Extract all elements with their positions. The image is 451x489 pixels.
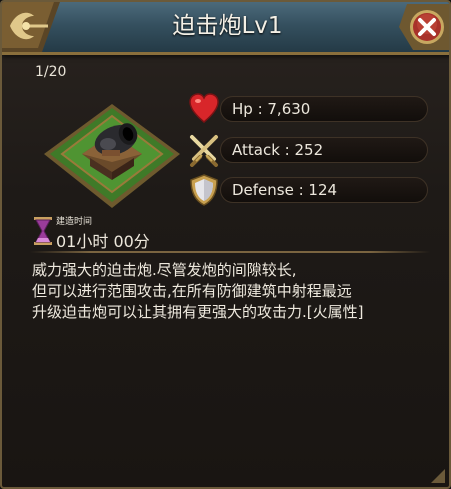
corner-ornament-icon [431,469,445,483]
description-line: 但可以进行范围攻击,在所有防御建筑中射程最远 [32,282,352,300]
mortar-building-image [44,104,180,208]
window-title: 迫击炮Lv1 [172,13,283,39]
build-time: 建造时间 01小时 00分 [32,214,212,251]
level-counter: 1/20 [35,64,67,80]
attack-value: Attack : 252 [232,141,324,159]
description-line: 升级迫击炮可以让其拥有更强大的攻击力.[火属性] [32,303,364,321]
build-time-value: 01小时 00分 [56,232,150,251]
shield-icon [190,174,218,206]
heart-icon [189,93,219,123]
stat-defense: Defense : 124 [188,174,428,206]
hourglass-icon [34,217,52,245]
title-bar: 迫击炮Lv1 [2,2,449,55]
stat-attack: Attack : 252 [188,135,428,167]
building-info-panel: 迫击炮Lv1 1/20 Hp : 7,630 Attack: 252 Defe… [0,0,451,489]
description: 威力强大的迫击炮.尽管发炮的间隙较长, 但可以进行范围攻击,在所有防御建筑中射程… [32,260,432,323]
description-line: 威力强大的迫击炮.尽管发炮的间隙较长, [32,261,297,279]
stat-hp: Hp : 7,630 [188,93,428,124]
divider [30,251,430,253]
hp-value: Hp : 7,630 [232,100,311,118]
defense-value: Defense : 124 [232,181,338,199]
crossed-swords-icon [190,135,218,167]
close-button[interactable] [399,4,449,50]
build-time-label: 建造时间 [56,217,93,227]
